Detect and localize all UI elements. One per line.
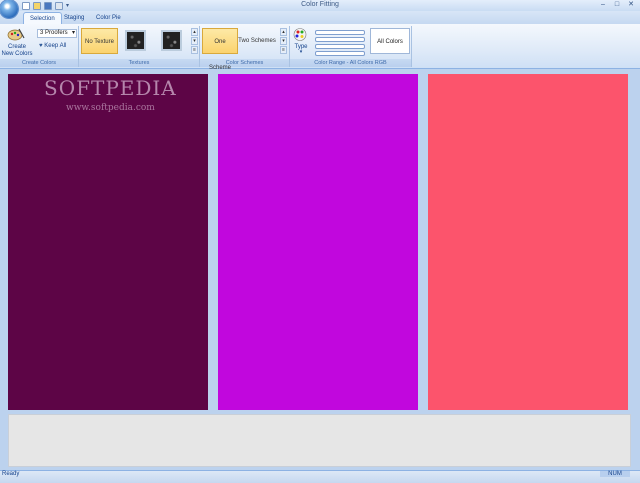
num-lock-indicator: NUM — [600, 471, 630, 477]
bottom-panel — [8, 414, 631, 467]
color-wheel-icon[interactable] — [293, 28, 307, 41]
watermark-logo: SOFTPEDIA — [44, 76, 177, 100]
scroll-down-icon[interactable]: ▾ — [280, 37, 287, 45]
proofers-select[interactable]: 3 Proofers ▾ — [37, 29, 77, 38]
no-texture-option[interactable]: No Texture — [81, 28, 118, 54]
proofers-select-value: 3 Proofers — [40, 30, 68, 36]
color-panel-1[interactable] — [8, 74, 208, 410]
application-menu-button[interactable] — [0, 0, 18, 18]
textures-gallery-scroll[interactable]: ▴ ▾ ≡ — [191, 28, 198, 54]
tab-color-pie[interactable]: Color Pie — [90, 12, 127, 24]
watermark-url: www.softpedia.com — [66, 103, 155, 113]
group-label-color-range: Color Range - All Colors RGB — [290, 59, 411, 67]
one-scheme-option[interactable]: One Scheme — [202, 28, 238, 71]
dropdown-arrow-icon: ▾ — [299, 49, 303, 55]
scroll-down-icon[interactable]: ▾ — [191, 37, 198, 45]
texture-option-2[interactable] — [161, 30, 182, 51]
close-icon[interactable]: ✕ — [625, 1, 637, 9]
color-panel-3[interactable] — [428, 74, 628, 410]
scroll-up-icon[interactable]: ▴ — [191, 28, 198, 36]
range-slider-2[interactable] — [315, 37, 365, 42]
group-label-create-colors: Create Colors — [0, 59, 78, 67]
palette-brush-icon[interactable] — [6, 27, 26, 41]
two-schemes-option[interactable]: Two Schemes — [238, 28, 276, 54]
status-text: Ready — [2, 471, 20, 477]
group-label-textures: Textures — [79, 59, 199, 67]
type-button[interactable]: Type ▾ — [293, 44, 309, 55]
range-slider-3[interactable] — [315, 44, 365, 49]
keep-all-button[interactable]: ♥ Keep All — [39, 43, 66, 49]
status-bar — [0, 470, 640, 483]
create-new-colors-button[interactable]: Create New Colors — [1, 44, 33, 58]
window-controls: – □ ✕ — [597, 1, 637, 9]
dropdown-arrow-icon: ▾ — [71, 30, 75, 36]
group-create-colors: Create New Colors 3 Proofers ▾ ♥ Keep Al… — [0, 26, 79, 67]
schemes-gallery-scroll[interactable]: ▴ ▾ ≡ — [280, 28, 287, 54]
range-slider-4[interactable] — [315, 51, 365, 56]
window-title: Color Fitting — [301, 1, 339, 8]
minimize-icon[interactable]: – — [597, 1, 609, 9]
range-slider-1[interactable] — [315, 30, 365, 35]
all-colors-option[interactable]: All Colors — [370, 28, 410, 54]
gallery-more-icon[interactable]: ≡ — [280, 46, 287, 54]
scroll-up-icon[interactable]: ▴ — [280, 28, 287, 36]
heart-icon: ♥ — [39, 43, 43, 49]
gallery-more-icon[interactable]: ≡ — [191, 46, 198, 54]
texture-option-1[interactable] — [125, 30, 146, 51]
tab-staging[interactable]: Staging — [58, 12, 90, 24]
maximize-icon[interactable]: □ — [611, 1, 623, 9]
color-panel-2[interactable] — [218, 74, 418, 410]
keep-all-label: Keep All — [44, 43, 67, 49]
